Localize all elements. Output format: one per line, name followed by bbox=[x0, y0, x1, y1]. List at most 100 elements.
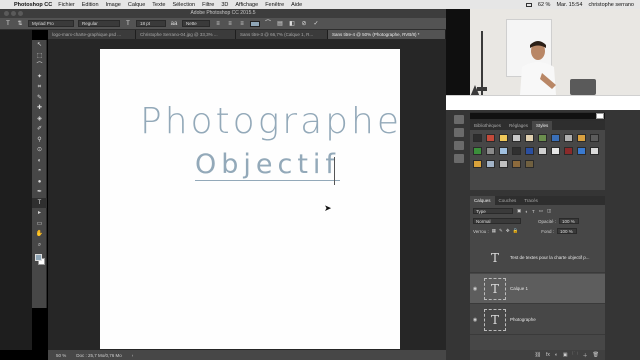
menu-filtre[interactable]: Filtre bbox=[202, 2, 214, 8]
minimize-icon[interactable] bbox=[11, 11, 16, 16]
link-layers-icon[interactable]: ⛓ bbox=[535, 352, 541, 358]
tab-sans-titre-4[interactable]: Sans titre-4 @ 50% (Photographe, RVB/8) … bbox=[328, 30, 446, 39]
style-swatch[interactable] bbox=[486, 134, 495, 142]
font-style-select[interactable]: Regular bbox=[78, 20, 120, 27]
menu-affichage[interactable]: Affichage bbox=[235, 2, 258, 8]
mask-icon[interactable]: ◐ bbox=[555, 352, 558, 358]
style-swatch[interactable] bbox=[473, 134, 482, 142]
style-swatch[interactable] bbox=[512, 147, 521, 155]
opacity-field[interactable]: 100 % bbox=[559, 218, 580, 224]
filter-adjust-icon[interactable]: ◐ bbox=[525, 209, 528, 214]
layer-row-selected[interactable]: ◉ T Calque 1 bbox=[470, 274, 605, 304]
style-swatch[interactable] bbox=[590, 134, 599, 142]
filter-smart-icon[interactable]: ◫ bbox=[547, 208, 551, 214]
eraser-tool-icon[interactable]: ⊙ bbox=[32, 145, 47, 156]
brush-tool-icon[interactable]: ◈ bbox=[32, 114, 47, 125]
maximize-icon[interactable] bbox=[18, 11, 23, 16]
group-folder-icon[interactable]: 🗀 bbox=[573, 351, 578, 359]
style-swatch[interactable] bbox=[564, 134, 573, 142]
style-swatch[interactable] bbox=[538, 147, 547, 155]
align-left-icon[interactable]: ≡ bbox=[214, 20, 222, 28]
menu-aide[interactable]: Aide bbox=[291, 2, 302, 8]
tab-logo-marx[interactable]: logo-marx-charte-graphique.psd ... bbox=[48, 30, 136, 39]
layer-row[interactable]: T Test de textes pour la charte objectif… bbox=[470, 243, 605, 273]
move-tool-icon[interactable]: ↖ bbox=[32, 40, 47, 51]
headline-text[interactable]: Photographe bbox=[140, 101, 402, 142]
document-canvas[interactable]: Photographe Objectif ➤ bbox=[100, 49, 400, 349]
layer-name[interactable]: Photographe bbox=[510, 317, 536, 322]
battery-icon[interactable] bbox=[525, 2, 532, 7]
align-center-icon[interactable]: ≡ bbox=[226, 20, 234, 28]
style-swatch[interactable] bbox=[512, 160, 521, 168]
paragraph-panel-icon[interactable] bbox=[454, 154, 464, 163]
menu-fichier[interactable]: Fichier bbox=[58, 2, 75, 8]
style-swatch[interactable] bbox=[499, 160, 508, 168]
tab-couches[interactable]: Couches bbox=[495, 196, 521, 205]
history-panel-icon[interactable] bbox=[454, 115, 464, 124]
blur-tool-icon[interactable]: ◓ bbox=[32, 166, 47, 177]
status-menu-icon[interactable]: › bbox=[132, 353, 134, 358]
pen-tool-icon[interactable]: ✒ bbox=[32, 187, 47, 198]
close-icon[interactable] bbox=[4, 11, 9, 16]
tab-traces[interactable]: Tracés bbox=[520, 196, 542, 205]
menu-calque[interactable]: Calque bbox=[128, 2, 145, 8]
properties-panel-icon[interactable] bbox=[454, 128, 464, 137]
eye-icon[interactable]: ◉ bbox=[470, 286, 480, 292]
blend-mode-select[interactable]: Normal bbox=[473, 218, 521, 224]
font-family-select[interactable]: Myriad Pro bbox=[28, 20, 74, 27]
tab-bibliotheques[interactable]: Bibliothèques bbox=[470, 121, 505, 130]
style-swatch[interactable] bbox=[486, 160, 495, 168]
commit-icon[interactable]: ✓ bbox=[312, 20, 320, 28]
character-panel-icon[interactable] bbox=[454, 141, 464, 150]
quick-selection-tool-icon[interactable]: ✦ bbox=[32, 72, 47, 83]
user-name[interactable]: christophe serrano bbox=[588, 2, 634, 8]
lock-paint-icon[interactable]: ✎ bbox=[499, 228, 503, 234]
style-swatch[interactable] bbox=[525, 160, 534, 168]
layer-name[interactable]: Calque 1 bbox=[510, 286, 528, 291]
filter-type-icon[interactable]: T bbox=[532, 209, 535, 214]
text-tool-icon[interactable]: T bbox=[32, 197, 47, 208]
menu-fenetre[interactable]: Fenêtre bbox=[265, 2, 284, 8]
style-swatch[interactable] bbox=[473, 160, 482, 168]
filter-shape-icon[interactable]: ▭ bbox=[539, 208, 543, 214]
layer-name[interactable]: Test de textes pour la charte objectif p… bbox=[510, 255, 590, 260]
zoom-level[interactable]: 50 % bbox=[56, 353, 66, 358]
healing-brush-tool-icon[interactable]: ✚ bbox=[32, 103, 47, 114]
font-size-select[interactable]: 18 pt bbox=[136, 20, 166, 27]
style-swatch[interactable] bbox=[551, 147, 560, 155]
character-panel-icon[interactable]: ▤ bbox=[276, 20, 284, 28]
style-swatch[interactable] bbox=[525, 147, 534, 155]
menu-edition[interactable]: Edition bbox=[82, 2, 99, 8]
shape-tool-icon[interactable]: ▭ bbox=[32, 219, 47, 230]
menu-image[interactable]: Image bbox=[106, 2, 121, 8]
style-swatch[interactable] bbox=[486, 147, 495, 155]
menu-selection[interactable]: Sélection bbox=[172, 2, 195, 8]
style-swatch[interactable] bbox=[577, 147, 586, 155]
hand-tool-icon[interactable]: ✋ bbox=[32, 229, 47, 240]
lock-pixels-icon[interactable]: ▦ bbox=[492, 228, 496, 234]
tab-calques[interactable]: Calques bbox=[470, 196, 495, 205]
eye-icon[interactable]: ◉ bbox=[470, 317, 480, 323]
style-swatch[interactable] bbox=[499, 134, 508, 142]
style-swatch[interactable] bbox=[564, 147, 573, 155]
path-selection-tool-icon[interactable]: ▸ bbox=[32, 208, 47, 219]
style-swatch[interactable] bbox=[577, 134, 586, 142]
text-color-swatch[interactable] bbox=[250, 20, 260, 27]
history-brush-tool-icon[interactable]: ⚲ bbox=[32, 135, 47, 146]
tab-styles[interactable]: Styles bbox=[532, 121, 553, 130]
style-swatch[interactable] bbox=[538, 134, 547, 142]
filter-pixel-icon[interactable]: ▣ bbox=[517, 208, 521, 214]
zoom-tool-icon[interactable]: ⌕ bbox=[32, 240, 47, 251]
dodge-tool-icon[interactable]: ● bbox=[32, 177, 47, 188]
gradient-tool-icon[interactable]: ◐ bbox=[32, 156, 47, 167]
style-swatch[interactable] bbox=[473, 147, 482, 155]
style-swatch[interactable] bbox=[551, 134, 560, 142]
layer-kind-filter[interactable]: Type bbox=[473, 208, 513, 214]
menu-3d[interactable]: 3D bbox=[221, 2, 228, 8]
cancel-icon[interactable]: ⊘ bbox=[300, 20, 308, 28]
layer-row[interactable]: ◉ T Photographe bbox=[470, 305, 605, 335]
crop-tool-icon[interactable]: ⌗ bbox=[32, 82, 47, 93]
trash-icon[interactable]: 🗑 bbox=[593, 352, 599, 358]
fill-field[interactable]: 100 % bbox=[556, 228, 577, 234]
white-swatch[interactable] bbox=[596, 113, 604, 119]
